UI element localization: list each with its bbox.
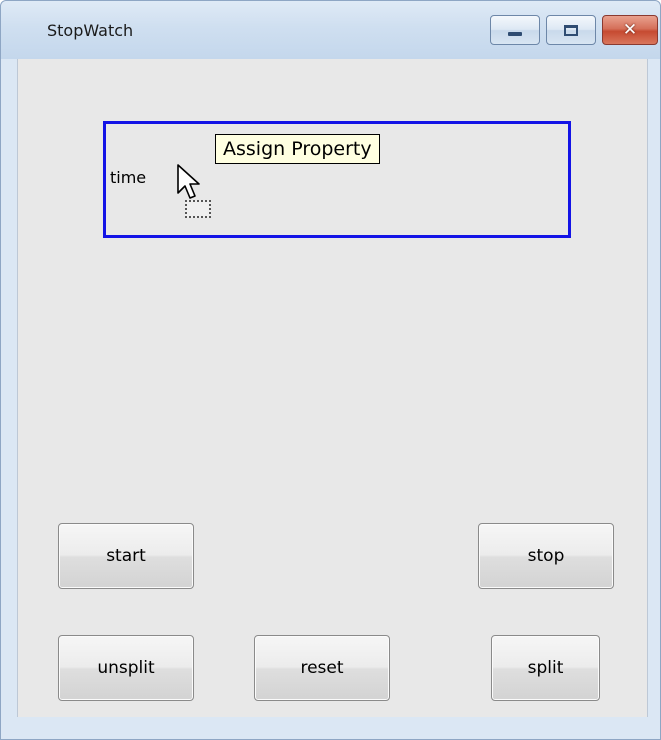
reset-button[interactable]: reset <box>254 635 390 701</box>
window-bottom-border <box>1 717 660 739</box>
maximize-button[interactable] <box>546 15 596 45</box>
window-title: StopWatch <box>47 21 134 40</box>
stop-button[interactable]: stop <box>478 523 614 589</box>
close-icon: ✕ <box>622 19 638 40</box>
title-bar[interactable]: StopWatch ✕ <box>1 1 660 59</box>
minimize-button[interactable] <box>490 15 540 45</box>
pointer-cursor-icon <box>177 164 200 199</box>
start-button[interactable]: start <box>58 523 194 589</box>
unsplit-button[interactable]: unsplit <box>58 635 194 701</box>
time-label: time <box>110 168 147 187</box>
minimize-icon <box>508 32 522 36</box>
split-button[interactable]: split <box>491 635 600 701</box>
drag-drop-indicator-icon <box>185 200 211 218</box>
stopwatch-window: StopWatch ✕ <box>0 0 661 740</box>
assign-property-tooltip: Assign Property <box>215 134 380 164</box>
maximize-icon <box>564 24 578 36</box>
close-button[interactable]: ✕ <box>602 15 658 45</box>
